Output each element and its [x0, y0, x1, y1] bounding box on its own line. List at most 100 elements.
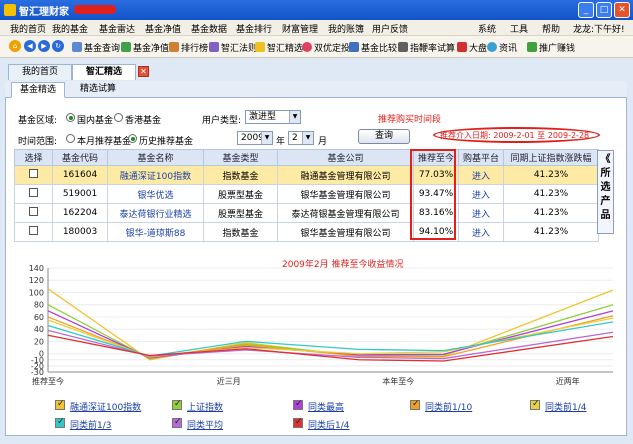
toolbar-market[interactable]: 大盘: [457, 41, 487, 54]
selected-products-label: 所选产品: [600, 168, 611, 221]
minimize-button[interactable]: _: [578, 2, 594, 18]
fund-name-link[interactable]: 融通深证100指数: [107, 165, 204, 185]
toolbar-promote[interactable]: 推广赚钱: [527, 41, 575, 54]
legend-swatch[interactable]: [55, 417, 65, 428]
forward-icon[interactable]: ▶: [38, 40, 50, 52]
row-checkbox[interactable]: [29, 226, 38, 235]
platform-link[interactable]: 进入: [458, 184, 504, 204]
menu-ledger[interactable]: 我的账簿: [328, 22, 364, 35]
year-select[interactable]: 2009 ▼: [237, 131, 273, 145]
fund-name-link[interactable]: 泰达荷银行业精选: [107, 203, 204, 223]
toolbar-ranking[interactable]: 排行榜: [169, 41, 208, 54]
region-hk-label[interactable]: 香港基金: [125, 113, 161, 126]
tab-selection-calc[interactable]: 精选试算: [71, 82, 125, 98]
query-button[interactable]: 查询: [358, 129, 410, 144]
region-label: 基金区域:: [18, 116, 58, 126]
time-current-label[interactable]: 本月推荐基金: [77, 134, 131, 147]
menu-wealth[interactable]: 财富管理: [282, 22, 318, 35]
legend-swatch[interactable]: [530, 399, 540, 410]
legend-item[interactable]: 同类平均: [187, 418, 223, 431]
x-tick-label: 本年至今: [382, 376, 414, 386]
legend-item[interactable]: 上证指数: [187, 400, 223, 413]
row-checkbox[interactable]: [29, 169, 38, 178]
toolbar-calc[interactable]: 指鞭率试算: [398, 41, 455, 54]
maximize-button[interactable]: □: [596, 2, 612, 18]
y-tick-label: 120: [29, 276, 44, 285]
col-platform: 购基平台: [458, 149, 504, 166]
y-tick-label: -30: [31, 368, 44, 377]
legend-item[interactable]: 同类前1/4: [545, 400, 587, 413]
menu-home[interactable]: 我的首页: [10, 22, 46, 35]
back-icon[interactable]: ◀: [24, 40, 36, 52]
fund-name-link[interactable]: 银华优选: [107, 184, 204, 204]
month-select[interactable]: 2 ▼: [288, 131, 314, 145]
news-icon: [487, 42, 497, 52]
chevron-down-icon: ▼: [289, 111, 300, 123]
window-title: 智汇理财家: [19, 7, 69, 18]
menu-fund-radar[interactable]: 基金雷达: [99, 22, 135, 35]
table-row[interactable]: 162204 泰达荷银行业精选 股票型基金 泰达荷银基金管理有限公司 83.16…: [14, 203, 599, 223]
fund-name-link[interactable]: 银华-道琼斯88: [107, 222, 204, 242]
menu-feedback[interactable]: 用户反馈: [372, 22, 408, 35]
legend-swatch[interactable]: [55, 399, 65, 410]
refresh-icon[interactable]: ↻: [52, 40, 64, 52]
star-icon: [255, 42, 265, 52]
menu-fund-rank[interactable]: 基金排行: [236, 22, 272, 35]
time-history-radio[interactable]: [128, 134, 137, 143]
toolbar-rules[interactable]: 智汇法则: [209, 41, 257, 54]
toolbar-selection[interactable]: 智汇精选: [255, 41, 303, 54]
region-domestic-radio[interactable]: [66, 113, 75, 122]
table-header-row: 选择 基金代码 基金名称 基金类型 基金公司 推荐至今 购基平台 同期上证指数涨…: [14, 149, 599, 166]
menu-tools[interactable]: 工具: [510, 22, 528, 35]
toolbar-fund-nav[interactable]: 基金净值: [121, 41, 169, 54]
table-row[interactable]: 180003 银华-道琼斯88 指数基金 银华基金管理有限公司 94.10% 进…: [14, 222, 599, 242]
close-tab-icon[interactable]: ✕: [138, 66, 149, 77]
col-select: 选择: [14, 149, 53, 166]
compare-icon: [349, 42, 359, 52]
double-left-arrow-icon: 《: [600, 154, 611, 165]
fund-company: 银华基金管理有限公司: [277, 222, 414, 242]
x-tick-label: 推荐至今: [32, 376, 64, 386]
row-checkbox[interactable]: [29, 188, 38, 197]
menu-help[interactable]: 帮助: [542, 22, 560, 35]
user-type-select[interactable]: 激进型 ▼: [245, 110, 301, 124]
chart-icon: [121, 42, 131, 52]
menu-fund-data[interactable]: 基金数据: [191, 22, 227, 35]
y-tick-label: 140: [29, 264, 44, 273]
table-row[interactable]: 519001 银华优选 股票型基金 银华基金管理有限公司 93.47% 进入 4…: [14, 184, 599, 204]
platform-link[interactable]: 进入: [458, 203, 504, 223]
time-history-label[interactable]: 历史推荐基金: [139, 134, 193, 147]
platform-link[interactable]: 进入: [458, 222, 504, 242]
legend-swatch[interactable]: [293, 399, 303, 410]
legend-item[interactable]: 同类前1/10: [425, 400, 472, 413]
legend-swatch[interactable]: [172, 399, 182, 410]
table-row[interactable]: 161604 融通深证100指数 指数基金 融通基金管理有限公司 77.03% …: [14, 165, 599, 185]
time-current-radio[interactable]: [66, 134, 75, 143]
platform-link[interactable]: 进入: [458, 165, 504, 185]
tab-fund-selection[interactable]: 基金精选: [11, 82, 65, 98]
legend-item[interactable]: 同类后1/4: [308, 418, 350, 431]
toolbar-news[interactable]: 资讯: [487, 41, 517, 54]
legend-item[interactable]: 融通深证100指数: [70, 400, 141, 413]
toolbar-fund-query[interactable]: 基金查询: [72, 41, 120, 54]
legend-swatch[interactable]: [410, 399, 420, 410]
legend-item[interactable]: 同类最高: [308, 400, 344, 413]
doc-tab-selection[interactable]: 智汇精选: [72, 64, 136, 80]
row-checkbox[interactable]: [29, 207, 38, 216]
legend-swatch[interactable]: [172, 417, 182, 428]
date-range-note: 推荐介入日期: 2009-2-01 至 2009-2-28: [440, 131, 590, 140]
menu-fund-nav[interactable]: 基金净值: [145, 22, 181, 35]
legend-swatch[interactable]: [293, 417, 303, 428]
home-icon[interactable]: ⌂: [9, 40, 21, 52]
menu-system[interactable]: 系统: [478, 22, 496, 35]
toolbar-dual-plan[interactable]: 双优定投: [302, 41, 350, 54]
region-domestic-label[interactable]: 国内基金: [77, 113, 113, 126]
toolbar-compare[interactable]: 基金比较: [349, 41, 397, 54]
user-type-label: 用户类型:: [202, 116, 242, 126]
doc-tab-home[interactable]: 我的首页: [8, 64, 72, 80]
region-hk-radio[interactable]: [114, 113, 123, 122]
close-button[interactable]: ✕: [614, 2, 630, 18]
selected-products-button[interactable]: 《 所选产品: [597, 150, 614, 234]
legend-item[interactable]: 同类前1/3: [70, 418, 112, 431]
menu-my-fund[interactable]: 我的基金: [52, 22, 88, 35]
